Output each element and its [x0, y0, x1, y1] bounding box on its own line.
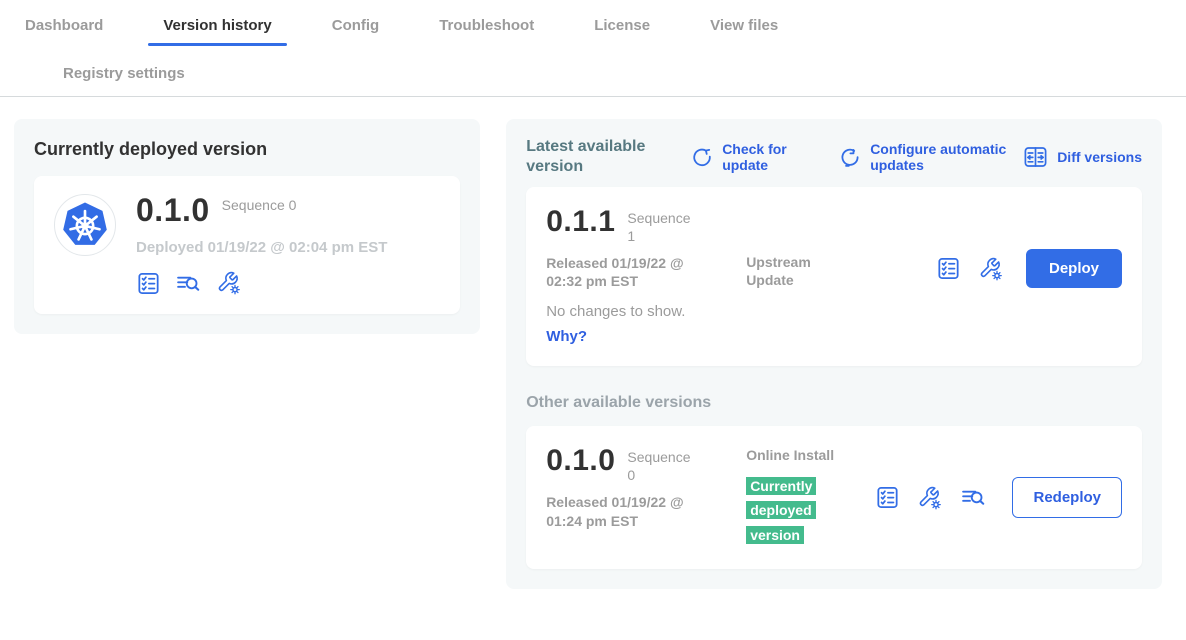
tab-dashboard[interactable]: Dashboard — [10, 0, 118, 51]
latest-version-card: 0.1.1 Sequence 1 Released 01/19/22 @ 02:… — [526, 187, 1142, 366]
other-available-versions-title: Other available versions — [526, 394, 1142, 412]
version-number: 0.1.1 — [546, 207, 615, 237]
version-row: 0.1.0 Sequence 0 — [136, 194, 387, 226]
no-changes-text: No changes to show. — [546, 303, 746, 320]
deployed-version-details: 0.1.0 Sequence 0 Deployed 01/19/22 @ 02:… — [136, 194, 387, 296]
content-area: Currently deployed version 0.1.0 Sequenc… — [0, 97, 1186, 589]
latest-available-title: Latest available version — [526, 137, 664, 177]
tab-view-files[interactable]: View files — [695, 0, 793, 51]
version-row: 0.1.0 Sequence 0 — [546, 446, 746, 484]
released-timestamp: Released 01/19/22 @ 01:24 pm EST — [546, 493, 718, 529]
source-label: Upstream Update — [746, 253, 834, 289]
deploy-button[interactable]: Deploy — [1026, 249, 1122, 288]
refresh-icon — [690, 145, 714, 169]
deployed-timestamp: Deployed 01/19/22 @ 02:04 pm EST — [136, 239, 387, 256]
source-label: Online Install — [746, 446, 834, 464]
tab-config[interactable]: Config — [317, 0, 394, 51]
released-timestamp: Released 01/19/22 @ 02:32 pm EST — [546, 254, 718, 290]
configure-automatic-updates-link[interactable]: Configure automatic updates — [838, 141, 1022, 173]
tab-license[interactable]: License — [579, 0, 665, 51]
latest-version-source: Upstream Update — [746, 207, 936, 346]
check-for-update-label: Check for update — [722, 141, 796, 173]
currently-deployed-title: Currently deployed version — [34, 139, 460, 160]
other-version-card: 0.1.0 Sequence 0 Released 01/19/22 @ 01:… — [526, 426, 1142, 569]
other-version-actions: Redeploy — [875, 477, 1122, 518]
nav-row-primary: Dashboard Version history Config Trouble… — [0, 0, 1186, 51]
config-wrench-icon[interactable] — [978, 256, 1004, 282]
auto-update-clock-icon — [838, 145, 862, 169]
version-number: 0.1.0 — [136, 194, 210, 226]
tab-registry-settings[interactable]: Registry settings — [48, 65, 200, 82]
sequence-label: Sequence 0 — [627, 446, 699, 484]
deployed-version-row: 0.1.0 Sequence 0 Deployed 01/19/22 @ 02:… — [34, 176, 460, 314]
version-number: 0.1.0 — [546, 446, 615, 476]
diff-versions-label: Diff versions — [1057, 149, 1142, 165]
panel-header-links: Check for update Configure automatic upd… — [690, 141, 1142, 173]
config-wrench-icon[interactable] — [917, 485, 943, 511]
latest-version-details: 0.1.1 Sequence 1 Released 01/19/22 @ 02:… — [546, 207, 746, 346]
why-link[interactable]: Why? — [546, 328, 587, 345]
currently-deployed-card: Currently deployed version 0.1.0 Sequenc… — [14, 119, 480, 334]
deployed-action-icons — [136, 270, 387, 296]
currently-deployed-badge: Currently deployed version — [746, 477, 816, 545]
available-versions-panel: Latest available version Check for updat… — [506, 119, 1162, 589]
kubernetes-logo-icon — [61, 201, 109, 249]
deploy-logs-icon[interactable] — [960, 485, 987, 510]
panel-header: Latest available version Check for updat… — [526, 137, 1142, 177]
preflight-checks-icon[interactable] — [136, 271, 161, 296]
redeploy-button[interactable]: Redeploy — [1012, 477, 1122, 518]
status-badge-wrap: Currently deployed version — [746, 475, 828, 549]
other-version-details: 0.1.0 Sequence 0 Released 01/19/22 @ 01:… — [546, 446, 746, 549]
preflight-checks-icon[interactable] — [875, 485, 900, 510]
nav-row-secondary: Registry settings — [0, 51, 1186, 96]
configure-automatic-updates-label: Configure automatic updates — [870, 141, 1022, 173]
app-avatar — [54, 194, 116, 256]
tab-version-history[interactable]: Version history — [148, 0, 286, 51]
tab-troubleshoot[interactable]: Troubleshoot — [424, 0, 549, 51]
config-wrench-icon[interactable] — [216, 270, 242, 296]
latest-version-actions: Deploy — [936, 249, 1122, 288]
version-row: 0.1.1 Sequence 1 — [546, 207, 746, 245]
sequence-label: Sequence 0 — [222, 194, 297, 215]
deploy-logs-icon[interactable] — [175, 271, 202, 296]
diff-icon — [1022, 145, 1049, 169]
diff-versions-link[interactable]: Diff versions — [1022, 145, 1142, 169]
preflight-checks-icon[interactable] — [936, 256, 961, 281]
main-nav: Dashboard Version history Config Trouble… — [0, 0, 1186, 97]
sequence-label: Sequence 1 — [627, 207, 699, 245]
other-version-source: Online Install Currently deployed versio… — [746, 446, 875, 549]
check-for-update-link[interactable]: Check for update — [690, 141, 796, 173]
